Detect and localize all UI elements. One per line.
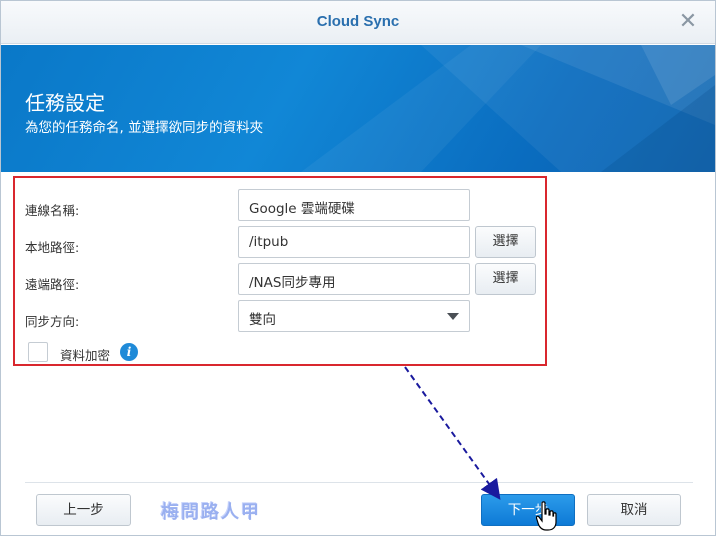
watermark-text: 梅問路人甲 [161, 502, 261, 523]
cancel-button[interactable]: 取消 [587, 494, 681, 526]
chevron-down-icon [447, 313, 459, 320]
close-icon[interactable]: ✕ [675, 9, 701, 35]
footer-divider [25, 482, 693, 483]
remote-path-input[interactable]: /NAS同步專用 [238, 263, 470, 295]
cloud-sync-dialog: Cloud Sync ✕ 任務設定 為您的任務命名, 並選擇欲同步的資料夾 連線… [0, 0, 716, 536]
window-title: Cloud Sync [316, 13, 400, 30]
remote-path-label: 遠端路徑: [25, 277, 80, 292]
connection-name-input[interactable]: Google 雲端硬碟 [238, 189, 470, 221]
page-subtitle: 為您的任務命名, 並選擇欲同步的資料夾 [25, 120, 264, 136]
info-icon[interactable]: i [120, 343, 138, 361]
page-title: 任務設定 [25, 91, 105, 115]
sync-direction-value: 雙向 [249, 312, 276, 328]
hand-cursor-icon [536, 501, 557, 531]
header-banner: 任務設定 為您的任務命名, 並選擇欲同步的資料夾 [1, 45, 715, 172]
local-path-label: 本地路徑: [25, 240, 80, 255]
remote-path-select-button[interactable]: 選擇 [475, 263, 536, 295]
next-button[interactable]: 下一步 [481, 494, 575, 526]
connection-name-label: 連線名稱: [25, 203, 80, 218]
title-bar: Cloud Sync ✕ [1, 1, 715, 44]
local-path-select-button[interactable]: 選擇 [475, 226, 536, 258]
local-path-input[interactable]: /itpub [238, 226, 470, 258]
sync-direction-label: 同步方向: [25, 314, 80, 329]
task-settings-form: 連線名稱: Google 雲端硬碟 本地路徑: /itpub 選擇 遠端路徑: … [13, 176, 547, 366]
sync-direction-select[interactable]: 雙向 [238, 300, 470, 332]
encrypt-label: 資料加密 [60, 348, 111, 363]
back-button[interactable]: 上一步 [36, 494, 131, 526]
banner-decoration [301, 45, 715, 172]
encrypt-checkbox[interactable] [28, 342, 48, 362]
